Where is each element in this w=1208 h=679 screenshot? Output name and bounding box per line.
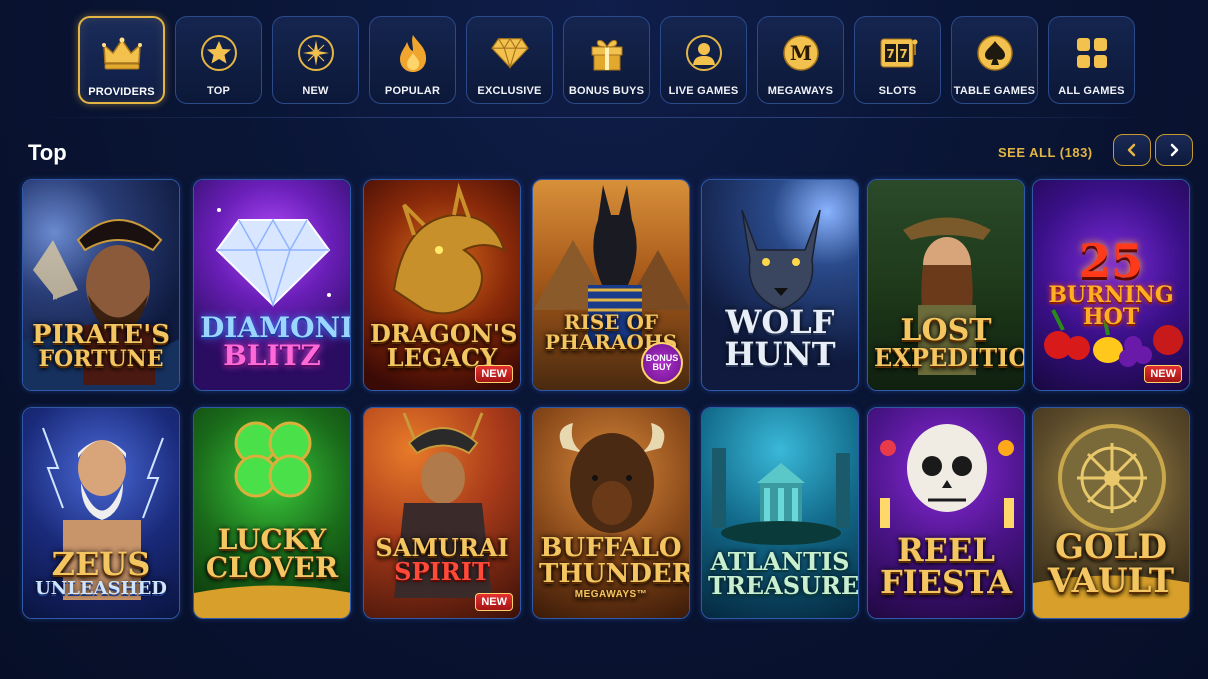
flame-icon [393,33,433,73]
svg-text:7: 7 [886,47,894,61]
category-nav: PROVIDERS TOP NEW POPULAR EXCLUSIVE BONU… [78,16,1135,104]
game-card-atlantis-treasure[interactable]: ATLANTIS TREASURE [701,407,859,619]
game-card-buffalo-thunder[interactable]: BUFFALO THUNDER MEGAWAYS™ [532,407,690,619]
category-providers[interactable]: PROVIDERS [78,16,165,104]
game-card-gold-vault[interactable]: GOLD VAULT [1032,407,1190,619]
divider [22,117,1152,118]
spade-icon [975,33,1015,73]
category-label: PROVIDERS [88,86,155,98]
chevron-right-icon [1170,143,1179,157]
category-label: TOP [206,85,230,97]
category-megaways[interactable]: M MEGAWAYS [757,16,844,104]
section-title: Top [28,140,67,165]
game-title: LUCKY CLOVER [205,523,339,584]
game-title: ATLANTIS TREASURE [708,547,859,600]
category-label: MEGAWAYS [767,85,834,97]
game-title: REEL FIESTA [879,531,1013,601]
game-card-diamond-blitz[interactable]: DIAMOND BLITZ [193,179,351,391]
category-slots[interactable]: 77 SLOTS [854,16,941,104]
new-badge: NEW [1144,365,1182,383]
see-all-link[interactable]: SEE ALL (183) [998,145,1093,160]
game-title: PIRATE'S FORTUNE [32,320,170,372]
category-label: ALL GAMES [1058,85,1125,97]
new-badge: NEW [475,593,513,611]
game-title: DRAGON'S LEGACY [370,319,518,372]
category-all-games[interactable]: ALL GAMES [1048,16,1135,104]
game-title: GOLD VAULT [1047,527,1175,601]
game-card-zeus-unleashed[interactable]: ZEUS UNLEASHED [22,407,180,619]
grid-icon [1072,33,1112,73]
game-subtitle: MEGAWAYS™ [574,589,648,600]
category-label: TABLE GAMES [953,85,1036,97]
slot-machine-icon: 77 [878,33,918,73]
next-button[interactable] [1155,134,1193,166]
megaways-icon: M [781,33,821,73]
svg-text:M: M [789,41,811,65]
bonus-buy-badge: BONUS BUY [641,342,683,384]
game-title: LOSTEXPEDITION [874,313,1024,372]
game-title: ZEUS UNLEASHED [35,545,167,599]
game-card-samurai-spirit[interactable]: SAMURAI SPIRIT NEW [363,407,521,619]
star-icon [199,33,239,73]
game-card-pirates-fortune[interactable]: PIRATE'S FORTUNE [22,179,180,391]
category-popular[interactable]: POPULAR [369,16,456,104]
category-top[interactable]: TOP [175,16,262,104]
category-label: EXCLUSIVE [477,85,542,97]
category-new[interactable]: NEW [272,16,359,104]
game-card-rise-of-pharaohs[interactable]: RISE OF PHARAOHS BONUS BUY [532,179,690,391]
category-table-games[interactable]: TABLE GAMES [951,16,1038,104]
game-art [194,408,350,618]
game-title: BUFFALO THUNDER MEGAWAYS™ [539,533,690,600]
prev-button[interactable] [1113,134,1151,166]
game-card-lucky-clover[interactable]: LUCKY CLOVER [193,407,351,619]
category-label: POPULAR [384,85,441,97]
game-title: DIAMOND BLITZ [200,311,351,372]
game-card-25-burning-hot[interactable]: 25 BURNING HOT NEW [1032,179,1190,391]
crown-icon [101,34,142,74]
dealer-icon [684,33,724,73]
gift-icon [587,33,627,73]
new-badge: NEW [475,365,513,383]
category-live-games[interactable]: LIVE GAMES [660,16,747,104]
category-label: SLOTS [878,85,917,97]
game-art [364,408,520,618]
game-card-reel-fiesta[interactable]: REEL FIESTA [867,407,1025,619]
svg-text:7: 7 [899,47,907,61]
game-title: 25 BURNING HOT [1048,234,1174,330]
carousel-pager [1113,134,1193,166]
game-title: SAMURAI SPIRIT [375,533,509,586]
category-bonus-buys[interactable]: BONUS BUYS [563,16,650,104]
category-label: BONUS BUYS [568,85,645,97]
game-title: WOLF HUNT [724,303,836,373]
category-exclusive[interactable]: EXCLUSIVE [466,16,553,104]
diamond-icon [490,33,530,73]
game-card-dragons-legacy[interactable]: DRAGON'S LEGACY NEW [363,179,521,391]
game-card-lost-expedition[interactable]: LOSTEXPEDITION [867,179,1025,391]
chevron-left-icon [1127,143,1136,157]
sparkle-icon [296,33,336,73]
category-label: NEW [302,85,329,97]
game-card-wolf-hunt[interactable]: WOLF HUNT [701,179,859,391]
category-label: LIVE GAMES [668,85,739,97]
